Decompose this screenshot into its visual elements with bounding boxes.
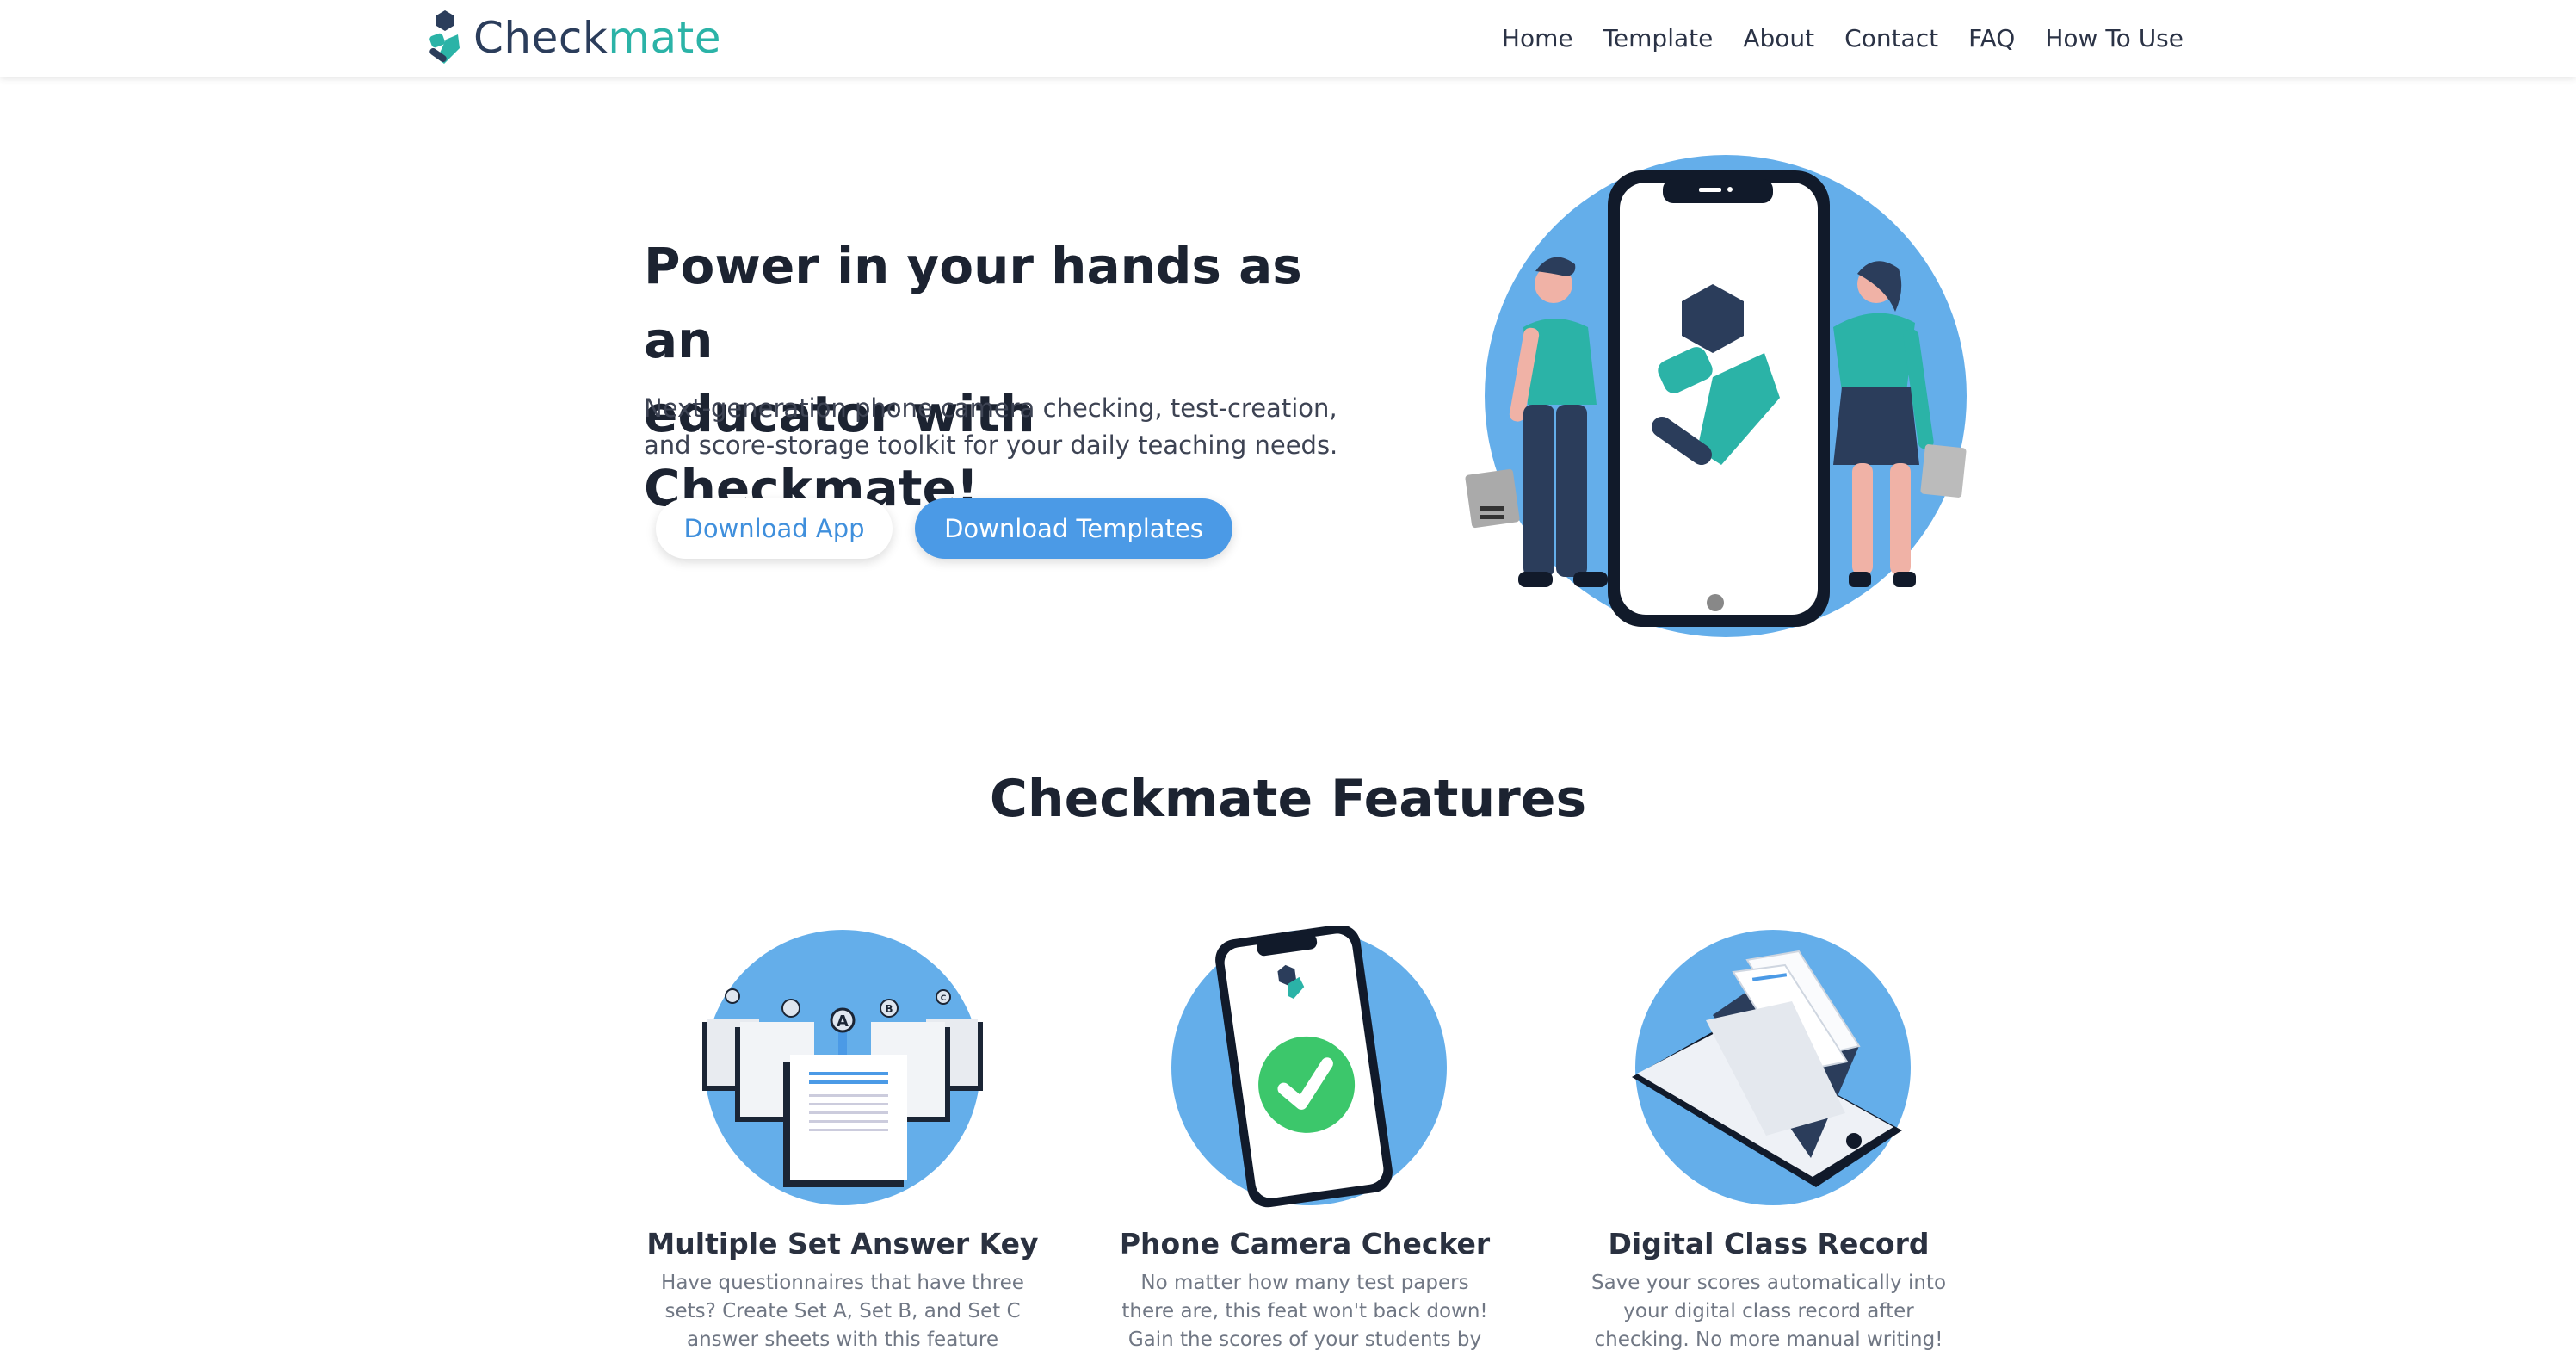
badge-b: B <box>885 1003 893 1015</box>
brand-name: Checkmate <box>473 13 721 63</box>
feature-title-multiple-set: Multiple Set Answer Key <box>646 1227 1039 1260</box>
phone-people-illustration <box>1465 155 1967 637</box>
phone-check-illustration <box>1171 926 1447 1208</box>
tablet-folder-illustration <box>1632 930 1911 1205</box>
checkmate-logo-icon <box>429 10 460 64</box>
nav-contact[interactable]: Contact <box>1844 24 1938 53</box>
hero-title: Power in your hands as an educator with … <box>644 229 1384 525</box>
feature-title-phone-camera: Phone Camera Checker <box>1119 1227 1491 1260</box>
feature-card-phone-camera: Phone Camera Checker No matter how many … <box>1098 926 1511 1356</box>
feature-desc-multiple-set: Have questionnaires that have three sets… <box>661 1272 1024 1351</box>
nav-home[interactable]: Home <box>1502 24 1573 53</box>
hero-subtitle-line1: Next-generation phone camera checking, t… <box>644 393 1337 423</box>
nav-links: Home Template About Contact FAQ How To U… <box>1472 0 2184 77</box>
feature-desc-phone-camera: No matter how many test papers there are… <box>1121 1272 1488 1351</box>
nav-faq[interactable]: FAQ <box>1968 24 2015 53</box>
feature-card-class-record: Digital Class Record Save your scores au… <box>1562 926 1975 1356</box>
features-title: Checkmate Features <box>989 769 1587 829</box>
hero-title-line1: Power in your hands as an <box>644 237 1302 369</box>
brand-name-part1: Check <box>473 13 608 63</box>
feature-title-class-record: Digital Class Record <box>1608 1227 1930 1260</box>
badge-c: C <box>941 994 947 1003</box>
page: Checkmate Home Template About Contact FA… <box>0 0 2576 1356</box>
brand-name-part2: mate <box>608 13 722 63</box>
feature-desc-class-record: Save your scores automatically into your… <box>1591 1272 1947 1351</box>
hero-subtitle: Next-generation phone camera checking, t… <box>644 390 1358 464</box>
brand-link[interactable]: Checkmate <box>425 7 721 69</box>
download-app-button[interactable]: Download App <box>656 498 893 559</box>
navbar: Checkmate Home Template About Contact FA… <box>0 0 2576 77</box>
hero-subtitle-line2: and score-storage toolkit for your daily… <box>644 430 1338 460</box>
nav-template[interactable]: Template <box>1603 24 1714 53</box>
download-templates-button[interactable]: Download Templates <box>915 498 1232 559</box>
feature-card-multiple-set: A B C Multiple Set Answer Key Have quest… <box>636 926 1049 1354</box>
nav-how-to-use[interactable]: How To Use <box>2045 24 2184 53</box>
nav-about[interactable]: About <box>1743 24 1814 53</box>
badge-a: A <box>837 1012 849 1031</box>
answer-sheets-illustration: A B C <box>702 930 983 1205</box>
